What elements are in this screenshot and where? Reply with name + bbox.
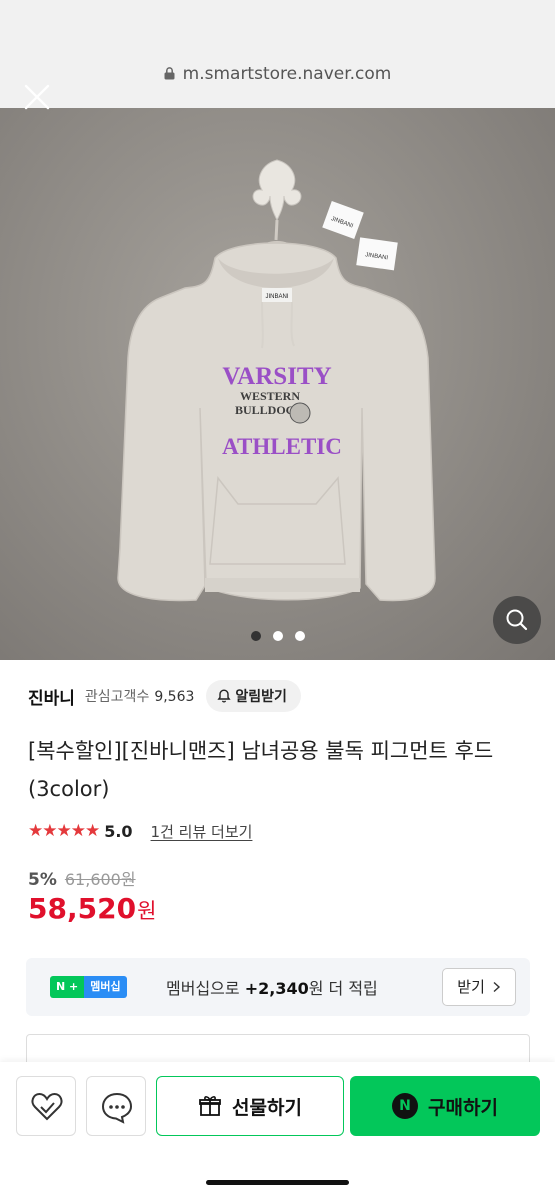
rating-value: 5.0: [104, 821, 133, 841]
heart-icon: [31, 1092, 63, 1121]
bell-plus-icon: [217, 689, 232, 703]
carousel-dot[interactable]: [272, 631, 283, 641]
membership-banner: N + 멤버십 멤버십으로 +2,340원 더 적립 받기: [26, 958, 530, 1016]
followers-count: 9,563: [154, 689, 195, 705]
naver-pay-icon: N: [392, 1093, 419, 1119]
store-name[interactable]: 진바니: [28, 684, 75, 709]
hoodie-print-athletic: ATHLETIC: [222, 434, 342, 459]
rating-stars: ★★★★★: [28, 821, 100, 841]
receive-label: 받기: [457, 978, 485, 996]
gift-label: 선물하기: [232, 1096, 302, 1119]
talk-button[interactable]: [86, 1076, 146, 1136]
rating-row: ★★★★★ 5.0 1건 리뷰 더보기: [28, 818, 252, 844]
membership-text-suffix: 원 더 적립: [308, 979, 378, 998]
alert-label: 알림받기: [235, 689, 287, 705]
membership-points: +2,340: [244, 979, 309, 998]
search-icon: [506, 609, 528, 631]
zoom-button[interactable]: [493, 596, 541, 644]
hang-tag: JINBANI: [356, 237, 398, 271]
discount-row: 5% 61,600원: [28, 866, 136, 890]
original-price: 61,600원: [64, 870, 136, 889]
followers: 관심고객수 9,563: [85, 686, 195, 706]
membership-text-prefix: 멤버십으로: [166, 979, 240, 998]
store-info: 진바니 관심고객수 9,563 알림받기: [28, 680, 301, 712]
chat-bubble-icon: [101, 1092, 133, 1124]
sale-price-value: 58,520: [28, 892, 137, 925]
url-bar[interactable]: m.smartstore.naver.com: [0, 64, 555, 84]
lock-icon: [164, 65, 175, 80]
home-indicator: [206, 1180, 349, 1185]
sale-price: 58,520원: [28, 892, 156, 925]
hang-tag: JINBANI: [322, 201, 364, 239]
hoodie-photo: JINBANI JINBANI JINBANI VARSITY WESTERN …: [117, 159, 436, 602]
browser-top-bar: m.smartstore.naver.com: [0, 0, 555, 108]
hoodie-print-bulldog: BULLDOG: [235, 403, 295, 417]
carousel-dot[interactable]: [250, 631, 261, 641]
hoodie-print-western: WESTERN: [240, 389, 300, 403]
buy-label: 구매하기: [428, 1096, 498, 1119]
followers-label: 관심고객수: [84, 689, 150, 705]
url-text: m.smartstore.naver.com: [182, 64, 392, 84]
membership-badge-label: 멤버십: [84, 976, 127, 998]
carousel-dot[interactable]: [294, 631, 305, 641]
bottom-action-bar: 선물하기 N 구매하기: [0, 1062, 555, 1200]
carousel-dots: [0, 626, 555, 645]
membership-text: 멤버십으로 +2,340원 더 적립: [166, 975, 378, 999]
close-button[interactable]: [22, 82, 52, 112]
naver-plus-badge: N +: [50, 976, 85, 998]
neck-label-text: JINBANI: [265, 294, 288, 300]
chevron-right-icon: [493, 981, 500, 993]
gift-icon: [199, 1096, 221, 1116]
hoodie-print-varsity: VARSITY: [222, 363, 331, 390]
alert-subscribe-button[interactable]: 알림받기: [206, 680, 301, 712]
like-button[interactable]: [16, 1076, 76, 1136]
discount-rate: 5%: [28, 870, 57, 890]
close-icon: [24, 84, 50, 110]
naver-membership-badge: N + 멤버십: [50, 976, 127, 998]
product-title: [복수할인][진바니맨즈] 남녀공용 불독 피그먼트 후드 (3color): [28, 739, 494, 801]
gift-button[interactable]: 선물하기: [156, 1076, 344, 1136]
receive-points-button[interactable]: 받기: [442, 968, 516, 1006]
buy-button[interactable]: N 구매하기: [350, 1076, 540, 1136]
sale-price-unit: 원: [137, 899, 157, 923]
review-link[interactable]: 1건 리뷰 더보기: [151, 821, 253, 842]
product-image-gallery[interactable]: JINBANI JINBANI JINBANI VARSITY WESTERN …: [0, 108, 555, 660]
